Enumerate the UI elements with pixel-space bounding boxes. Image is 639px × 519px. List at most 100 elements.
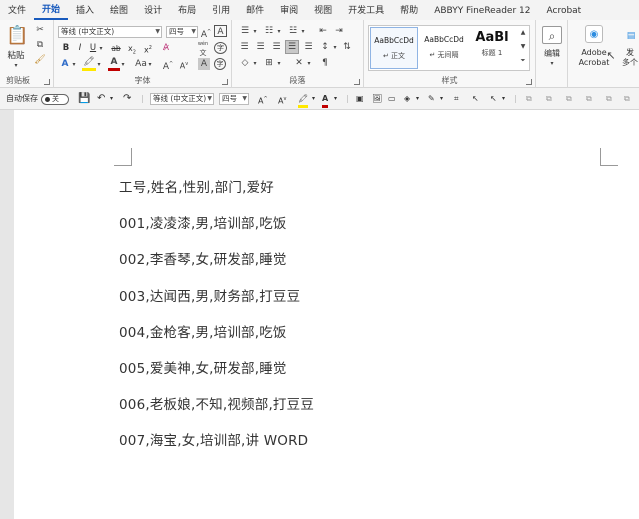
subscript-button[interactable]: x2 — [126, 42, 138, 56]
tab-layout[interactable]: 布局 — [170, 0, 204, 20]
doc-line-5[interactable]: 005,爱美神,女,研发部,睡觉 — [119, 357, 287, 377]
align-right-icon[interactable]: ☰ — [270, 41, 283, 53]
change-case-dropdown-icon[interactable]: ▾ — [147, 59, 153, 71]
style-normal[interactable]: AaBbCcDd ↵ 正文 — [370, 27, 418, 69]
sort-icon[interactable]: ⇅ — [340, 41, 354, 53]
doc-line-7[interactable]: 007,海宝,女,培训部,讲 WORD — [119, 429, 308, 449]
styles-launcher-icon[interactable] — [526, 79, 532, 85]
font-size-select[interactable]: 四号 ▼ — [166, 26, 198, 38]
tab-mailings[interactable]: 邮件 — [238, 0, 272, 20]
bullets-dropdown-icon[interactable]: ▾ — [252, 26, 258, 38]
enclose-char-icon-2[interactable]: 字 — [214, 58, 226, 70]
show-marks-icon[interactable]: ¶ — [318, 57, 332, 69]
doc-line-3[interactable]: 003,达闻西,男,财务部,打豆豆 — [119, 285, 300, 305]
superscript-button[interactable]: x2 — [142, 42, 154, 55]
qat-arrange5-icon[interactable]: ⧉ — [606, 93, 612, 105]
chinese-layout-dropdown-icon[interactable]: ▾ — [306, 58, 312, 70]
cut-icon[interactable]: ✂ — [34, 24, 46, 36]
distributed-icon[interactable]: ☰ — [302, 41, 315, 53]
font-launcher-icon[interactable] — [222, 79, 228, 85]
tab-home[interactable]: 开始 — [34, 0, 69, 20]
tab-developer[interactable]: 开发工具 — [340, 0, 392, 20]
gallery-scroll-up-icon[interactable]: ▲ — [517, 27, 529, 39]
qat-outline-dropdown-icon[interactable]: ▾ — [440, 93, 443, 105]
change-case-icon[interactable]: Aa — [134, 58, 148, 70]
numbering-dropdown-icon[interactable]: ▾ — [276, 26, 282, 38]
document-page[interactable]: 工号,姓名,性别,部门,爱好 001,凌凌漆,男,培训部,吃饭 002,李香琴,… — [14, 110, 639, 519]
extra-label-2[interactable]: 多个 — [622, 56, 638, 69]
qat-grow-font-icon[interactable]: A^ — [258, 93, 268, 108]
align-left-icon[interactable]: ☰ — [238, 41, 251, 53]
font-name-select[interactable]: 等线 (中文正文) ▼ — [58, 26, 162, 38]
strikethrough-button[interactable]: ab — [110, 42, 122, 55]
font-color-icon[interactable]: A — [108, 56, 120, 71]
qat-select-icon[interactable]: ↖ — [472, 93, 479, 105]
qat-font-size-select[interactable]: 四号 ▼ — [219, 93, 249, 105]
enclose-char-icon[interactable]: 字 — [214, 42, 227, 54]
doc-line-2[interactable]: 002,李香琴,女,研发部,睡觉 — [119, 248, 287, 268]
decrease-indent-icon[interactable]: ⇤ — [316, 25, 330, 37]
adobe-acrobat-icon[interactable]: ◉ — [585, 25, 603, 43]
qat-fill-icon[interactable]: ◈ — [404, 93, 410, 105]
style-no-spacing[interactable]: AaBbCcDd ↵ 无间隔 — [420, 27, 468, 69]
undo-dropdown-icon[interactable]: ▾ — [110, 93, 113, 105]
multilevel-list-dropdown-icon[interactable]: ▾ — [300, 26, 306, 38]
text-effects-icon[interactable]: A — [58, 58, 72, 70]
tab-design[interactable]: 设计 — [136, 0, 170, 20]
char-border-icon[interactable]: A — [214, 25, 227, 37]
tab-references[interactable]: 引用 — [204, 0, 238, 20]
qat-select2-icon[interactable]: ↖ — [490, 93, 497, 105]
qat-arrange6-icon[interactable]: ⧉ — [624, 93, 630, 105]
qat-highlight-icon[interactable]: 🖍 — [298, 93, 309, 108]
align-center-icon[interactable]: ☰ — [254, 41, 267, 53]
qat-shape-icon[interactable]: ▭ — [388, 93, 396, 105]
doc-line-header[interactable]: 工号,姓名,性别,部门,爱好 — [119, 176, 274, 196]
tab-insert[interactable]: 插入 — [68, 0, 102, 20]
copy-icon[interactable]: ⧉ — [34, 39, 46, 51]
char-shading-icon[interactable]: A — [198, 58, 210, 70]
doc-line-4[interactable]: 004,金枪客,男,培训部,吃饭 — [119, 321, 287, 341]
underline-dropdown-icon[interactable]: ▾ — [98, 43, 104, 55]
format-painter-icon[interactable]: 🖌 — [34, 54, 46, 66]
qat-select2-dropdown-icon[interactable]: ▾ — [502, 93, 505, 105]
qat-fill-dropdown-icon[interactable]: ▾ — [416, 93, 419, 105]
bold-button[interactable]: B — [60, 42, 72, 55]
shading-dropdown-icon[interactable]: ▾ — [252, 58, 258, 70]
borders-dropdown-icon[interactable]: ▾ — [276, 58, 282, 70]
gallery-scroll-down-icon[interactable]: ▼ — [517, 41, 529, 53]
tab-acrobat[interactable]: Acrobat — [539, 0, 590, 20]
text-effects-dropdown-icon[interactable]: ▾ — [71, 59, 77, 71]
gallery-more-icon[interactable]: ⏷ — [517, 55, 529, 67]
qat-font-color-icon[interactable]: A — [322, 93, 329, 108]
paragraph-launcher-icon[interactable] — [354, 79, 360, 85]
paste-dropdown-icon[interactable]: ▾ — [10, 60, 22, 72]
borders-icon[interactable]: ⊞ — [262, 57, 276, 69]
style-heading-1[interactable]: AaBl 标题 1 — [470, 27, 514, 69]
increase-indent-icon[interactable]: ⇥ — [332, 25, 346, 37]
line-spacing-icon[interactable]: ↕ — [318, 41, 332, 53]
qat-outline-icon[interactable]: ✎ — [428, 93, 435, 105]
search-icon[interactable]: ⌕ — [542, 26, 562, 44]
grow-font-icon[interactable]: A^ — [200, 26, 212, 41]
highlight-icon[interactable]: 🖍 — [82, 56, 96, 71]
tab-abbyy[interactable]: ABBYY FineReader 12 — [426, 0, 538, 20]
phonetic-guide-icon[interactable]: wén 文 — [194, 40, 212, 58]
clipboard-launcher-icon[interactable] — [44, 79, 50, 85]
tab-file[interactable]: 文件 — [0, 0, 34, 20]
tab-draw[interactable]: 绘图 — [102, 0, 136, 20]
clear-format-icon[interactable]: A̷ — [160, 42, 172, 54]
doc-line-6[interactable]: 006,老板娘,不知,视频部,打豆豆 — [119, 393, 314, 413]
paste-icon[interactable]: 📋 — [6, 25, 28, 47]
qat-font-name-select[interactable]: 等线 (中文正文) ▼ — [150, 93, 214, 105]
shrink-font-icon[interactable]: Av — [178, 58, 190, 73]
font-color-dropdown-icon[interactable]: ▾ — [120, 59, 126, 71]
doc-line-1[interactable]: 001,凌凌漆,男,培训部,吃饭 — [119, 212, 287, 232]
grow-font-icon-2[interactable]: A^ — [162, 58, 174, 73]
qat-crop-icon[interactable]: ⌗ — [454, 93, 459, 105]
qat-textbox-icon[interactable]: ▣ — [356, 93, 364, 105]
qat-font-color-dropdown-icon[interactable]: ▾ — [334, 93, 337, 105]
numbering-icon[interactable]: ☷ — [262, 25, 276, 37]
extra-icon[interactable]: ▤ — [624, 30, 638, 42]
qat-arrange1-icon[interactable]: ⧉ — [526, 93, 532, 105]
justify-icon[interactable]: ☰ — [285, 40, 299, 54]
